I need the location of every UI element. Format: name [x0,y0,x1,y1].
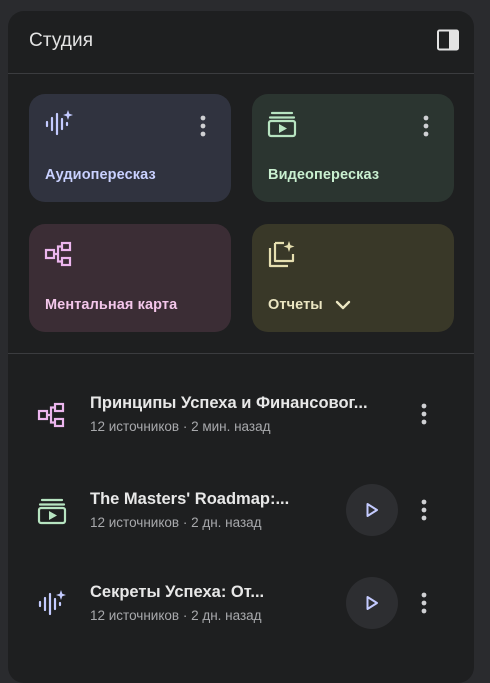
more-icon[interactable] [191,110,215,142]
mind-map-icon [36,399,68,431]
play-button[interactable] [346,577,398,629]
play-icon [366,503,378,517]
item-subtitle: 12 источников · 2 дн. назад [90,608,262,623]
side-panel-icon [437,29,459,51]
item-subtitle: 12 источников · 2 дн. назад [90,515,262,530]
audio-sparkle-icon [43,108,75,140]
more-icon[interactable] [412,587,436,619]
video-icon [36,495,68,527]
item-title: Секреты Успеха: От... [90,583,265,601]
tile-video-overview[interactable]: Видеопересказ [252,94,454,202]
video-icon [266,108,298,140]
reports-icon [266,238,298,270]
tile-audio-overview[interactable]: Аудиопересказ [29,94,231,202]
item-title: Принципы Успеха и Финансовог... [90,394,368,412]
list-item[interactable]: The Masters' Roadmap:... 12 источников ·… [8,475,474,545]
tile-label: Аудиопересказ [45,167,156,183]
tile-mind-map[interactable]: Ментальная карта [29,224,231,332]
studio-title: Студия [29,30,94,51]
divider [8,353,474,354]
list-item[interactable]: Секреты Успеха: От... 12 источников · 2 … [8,568,474,638]
studio-header: Студия [8,11,474,74]
play-icon [366,596,378,610]
chevron-down-icon[interactable] [333,295,353,315]
studio-panel: Студия Аудиопересказ Видеопересказ Мента… [8,11,474,683]
list-item[interactable]: Принципы Успеха и Финансовог... 12 источ… [8,379,474,449]
tile-label: Ментальная карта [45,297,178,313]
more-icon[interactable] [412,398,436,430]
tile-reports[interactable]: Отчеты [252,224,454,332]
play-button[interactable] [346,484,398,536]
tile-label: Видеопересказ [268,167,380,183]
more-icon[interactable] [412,494,436,526]
more-icon[interactable] [414,110,438,142]
item-subtitle: 12 источников · 2 мин. назад [90,419,271,434]
audio-sparkle-icon [36,588,68,620]
item-title: The Masters' Roadmap:... [90,490,290,508]
tile-label: Отчеты [268,297,323,313]
mind-map-icon [43,238,75,270]
toggle-panel-button[interactable] [432,24,464,56]
